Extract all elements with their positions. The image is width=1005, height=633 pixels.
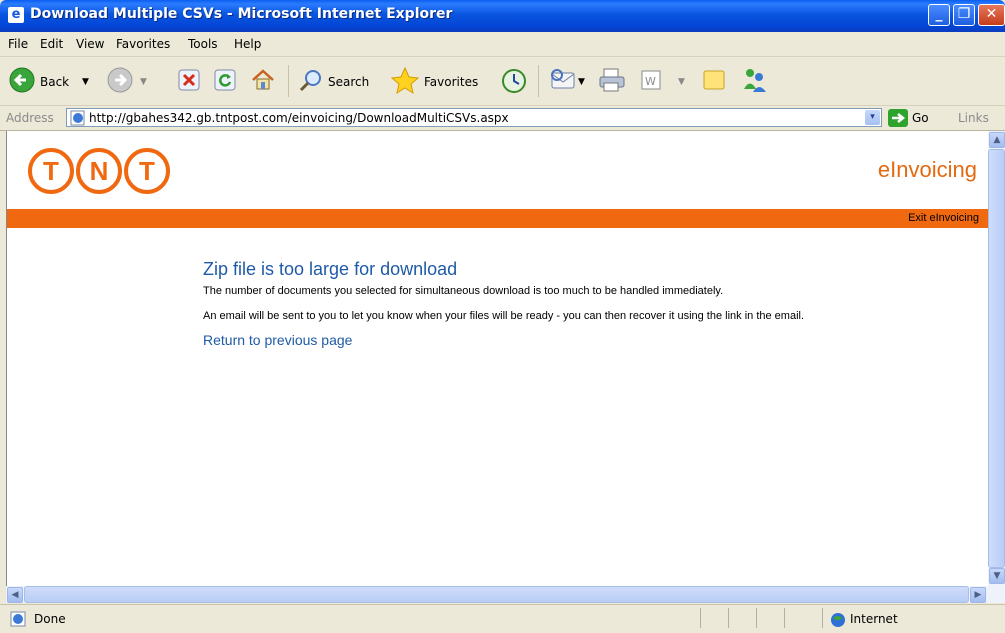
address-bar: Address http://gbahes342.gb.tntpost.com/… bbox=[0, 106, 1005, 131]
menu-tools[interactable]: Tools bbox=[188, 37, 218, 51]
address-input[interactable]: http://gbahes342.gb.tntpost.com/einvoici… bbox=[66, 108, 882, 127]
favorites-label[interactable]: Favorites bbox=[424, 75, 478, 89]
back-arrow-icon[interactable] bbox=[8, 66, 36, 94]
edit-dropdown-icon[interactable]: ▼ bbox=[678, 77, 685, 87]
search-icon[interactable] bbox=[298, 68, 324, 94]
security-zone-label: Internet bbox=[850, 612, 898, 626]
internet-globe-icon bbox=[831, 613, 845, 627]
status-pane-divider bbox=[822, 608, 823, 628]
menu-help[interactable]: Help bbox=[234, 37, 261, 51]
back-label[interactable]: Back bbox=[40, 75, 69, 89]
message-title: Zip file is too large for download bbox=[203, 259, 458, 279]
minimize-button[interactable]: _ bbox=[928, 4, 950, 26]
vertical-scroll-thumb[interactable] bbox=[988, 149, 1005, 568]
status-bar: Done Internet bbox=[0, 604, 1005, 633]
favorites-star-icon[interactable] bbox=[390, 66, 420, 96]
close-button[interactable]: ✕ bbox=[978, 4, 1005, 26]
scroll-left-icon[interactable]: ◀ bbox=[7, 587, 23, 603]
message-line-2: An email will be sent to you to let you … bbox=[203, 310, 805, 322]
status-pane-divider bbox=[728, 608, 729, 628]
page-icon bbox=[70, 110, 85, 126]
svg-text:W: W bbox=[645, 75, 656, 88]
toolbar-separator bbox=[538, 65, 539, 97]
window-title: Download Multiple CSVs - Microsoft Inter… bbox=[30, 6, 453, 22]
discuss-icon[interactable] bbox=[702, 68, 726, 92]
scroll-down-icon[interactable]: ▼ bbox=[989, 568, 1005, 584]
links-button[interactable]: Links bbox=[958, 111, 989, 125]
logo-letter-t1: T bbox=[43, 156, 59, 186]
search-label[interactable]: Search bbox=[328, 75, 369, 89]
exit-einvoicing-link[interactable]: Exit eInvoicing bbox=[908, 212, 979, 224]
forward-dropdown-icon[interactable]: ▼ bbox=[140, 77, 147, 87]
title-bar: e Download Multiple CSVs - Microsoft Int… bbox=[0, 0, 1005, 32]
menu-file[interactable]: File bbox=[8, 37, 28, 51]
print-icon[interactable] bbox=[598, 67, 626, 93]
page-done-icon bbox=[10, 611, 26, 627]
tnt-logo: T N T bbox=[28, 148, 170, 194]
menu-edit[interactable]: Edit bbox=[40, 37, 63, 51]
status-pane-divider bbox=[784, 608, 785, 628]
back-dropdown-icon[interactable]: ▼ bbox=[82, 77, 89, 87]
navigation-bar: Exit eInvoicing bbox=[7, 209, 989, 228]
go-button[interactable]: Go bbox=[912, 111, 929, 125]
status-pane-divider bbox=[756, 608, 757, 628]
mail-icon[interactable] bbox=[550, 68, 578, 92]
refresh-icon[interactable] bbox=[214, 69, 236, 91]
return-to-previous-page-link[interactable]: Return to previous page bbox=[203, 332, 352, 348]
menu-view[interactable]: View bbox=[76, 37, 104, 51]
address-url[interactable]: http://gbahes342.gb.tntpost.com/einvoici… bbox=[89, 111, 509, 125]
page-content: T N T eInvoicing Exit eInvoicing Zip fil… bbox=[6, 131, 989, 586]
address-dropdown-icon[interactable]: ▾ bbox=[865, 110, 880, 125]
status-pane-divider bbox=[700, 608, 701, 628]
go-arrow-icon[interactable] bbox=[888, 109, 908, 127]
maximize-button[interactable]: ❐ bbox=[953, 4, 975, 26]
messenger-icon[interactable] bbox=[740, 65, 770, 93]
edit-word-icon[interactable]: W bbox=[640, 69, 662, 91]
toolbar: Back ▼ ▼ Search Favorites ▼ W ▼ bbox=[0, 57, 1005, 106]
logo-letter-n: N bbox=[90, 156, 109, 186]
menu-favorites[interactable]: Favorites bbox=[116, 37, 170, 51]
scroll-up-icon[interactable]: ▲ bbox=[989, 132, 1005, 148]
menu-bar: File Edit View Favorites Tools Help bbox=[0, 32, 1005, 82]
message-line-1: The number of documents you selected for… bbox=[203, 285, 724, 297]
brand-title: eInvoicing bbox=[877, 157, 977, 182]
mail-dropdown-icon[interactable]: ▼ bbox=[578, 77, 585, 87]
status-text: Done bbox=[34, 612, 66, 626]
horizontal-scrollbar[interactable]: ◀ ▶ bbox=[6, 586, 1005, 603]
home-icon[interactable] bbox=[250, 67, 276, 93]
forward-arrow-icon[interactable] bbox=[106, 66, 134, 94]
logo-letter-t2: T bbox=[139, 156, 155, 186]
stop-icon[interactable] bbox=[178, 69, 200, 91]
address-label: Address bbox=[6, 111, 54, 125]
horizontal-scroll-thumb[interactable] bbox=[24, 586, 969, 603]
ie-window-icon[interactable]: e bbox=[8, 7, 24, 23]
scroll-right-icon[interactable]: ▶ bbox=[970, 587, 986, 603]
vertical-scrollbar[interactable]: ▲ ▼ bbox=[988, 131, 1005, 586]
history-icon[interactable] bbox=[500, 67, 528, 95]
toolbar-separator bbox=[288, 65, 289, 97]
